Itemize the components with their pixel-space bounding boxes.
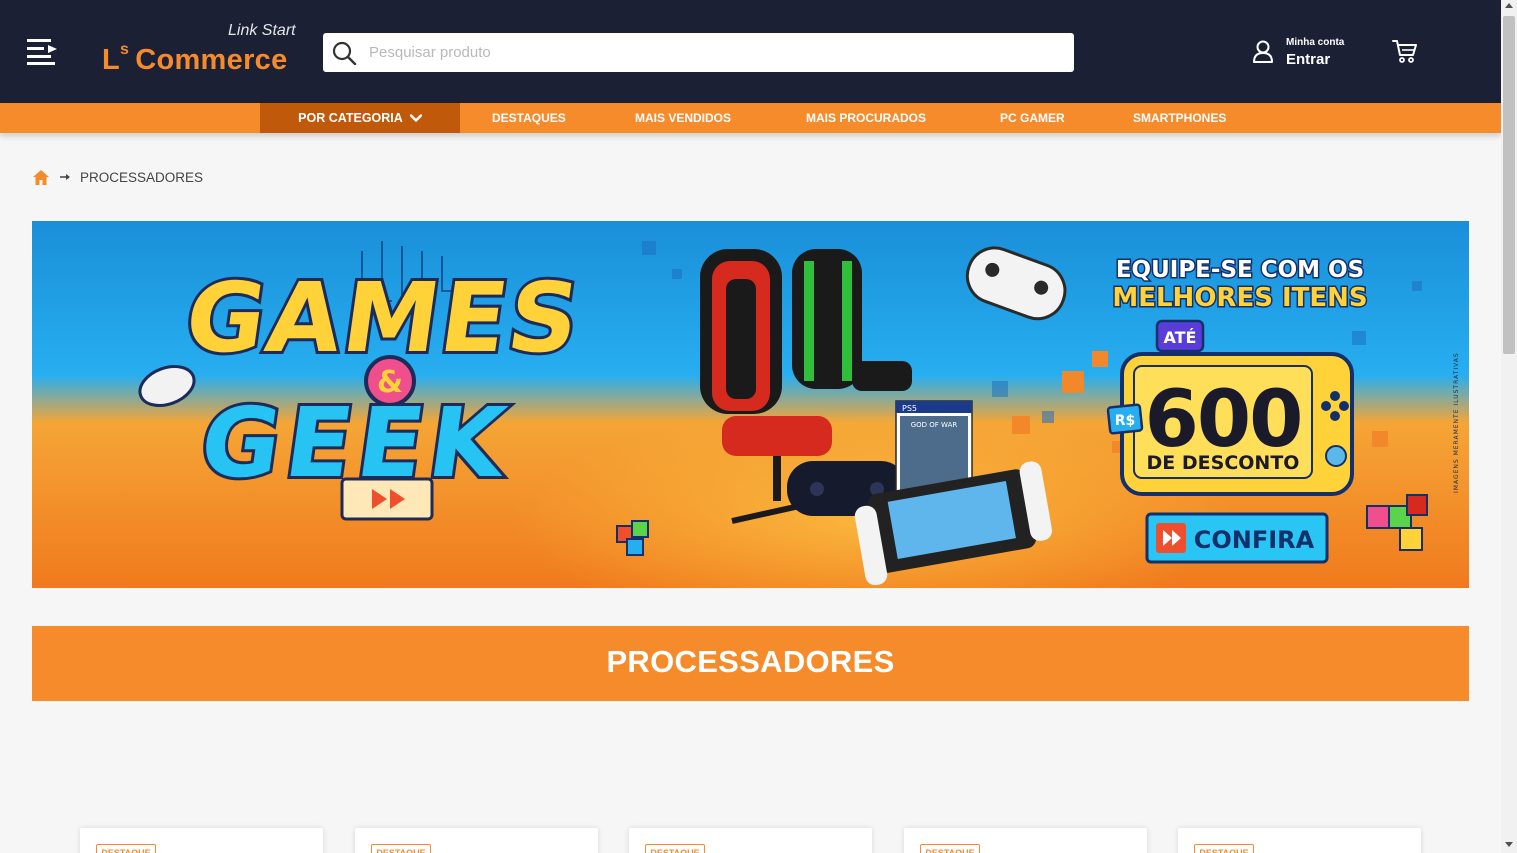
cart-icon[interactable] xyxy=(1392,38,1418,64)
nav-item-pc-gamer[interactable]: PC GAMER xyxy=(1000,103,1065,133)
nav-item-destaques[interactable]: DESTAQUES xyxy=(492,103,566,133)
banner-ate: ATÉ xyxy=(1164,328,1197,347)
account-label: Minha conta xyxy=(1286,37,1345,48)
product-badge: DESTAQUE xyxy=(645,844,705,853)
product-badge: DESTAQUE xyxy=(1194,844,1254,853)
arrow-right-icon xyxy=(60,174,70,180)
section-title: PROCESSADORES xyxy=(32,626,1469,701)
login-label: Entrar xyxy=(1286,51,1331,68)
nav-item-smartphones[interactable]: SMARTPHONES xyxy=(1133,103,1226,133)
search-bar xyxy=(323,33,1074,72)
scroll-thumb[interactable] xyxy=(1503,16,1515,354)
menu-icon[interactable] xyxy=(26,37,58,65)
product-card[interactable]: DESTAQUE xyxy=(80,828,323,853)
banner-ps5-label: PS5 xyxy=(902,404,917,413)
banner-currency: R$ xyxy=(1115,413,1136,429)
banner-headline-2: MELHORES ITENS xyxy=(1112,283,1367,313)
logo-superscript: s xyxy=(120,41,130,59)
page-scrollbar[interactable] xyxy=(1501,0,1517,853)
chevron-down-icon xyxy=(409,113,422,122)
logo-name: Commerce xyxy=(135,44,288,76)
site-logo[interactable]: Ls Commerce xyxy=(102,41,288,77)
promo-banner[interactable]: GAMES & GEEK PS5 GOD OF WAR EQUIPE-SE CO… xyxy=(32,221,1469,588)
banner-headline-1: EQUIPE-SE COM OS xyxy=(1116,257,1364,283)
logo-tagline: Link Start xyxy=(228,22,296,39)
product-badge: DESTAQUE xyxy=(920,844,980,853)
product-card[interactable]: DESTAQUE xyxy=(1178,828,1421,853)
scroll-down-arrow[interactable] xyxy=(1505,842,1513,847)
home-icon[interactable] xyxy=(33,169,49,185)
nav-category-dropdown[interactable]: POR CATEGORIA xyxy=(260,103,460,133)
scroll-up-arrow[interactable] xyxy=(1505,3,1513,8)
banner-discount: DE DESCONTO xyxy=(1147,452,1300,474)
category-navbar: POR CATEGORIA DESTAQUES MAIS VENDIDOS MA… xyxy=(0,103,1501,133)
logo-prefix: L xyxy=(102,44,121,76)
user-icon xyxy=(1253,40,1273,63)
search-input[interactable] xyxy=(369,33,1059,72)
search-icon[interactable] xyxy=(331,41,357,65)
banner-artwork: GAMES & GEEK PS5 GOD OF WAR EQUIPE-SE CO… xyxy=(32,221,1469,588)
product-card[interactable]: DESTAQUE xyxy=(904,828,1147,853)
banner-game-label: GOD OF WAR xyxy=(911,421,958,429)
nav-item-mais-vendidos[interactable]: MAIS VENDIDOS xyxy=(635,103,731,133)
banner-cta-label: CONFIRA xyxy=(1194,526,1315,554)
product-badge: DESTAQUE xyxy=(96,844,156,853)
breadcrumb-current: PROCESSADORES xyxy=(80,169,204,185)
product-card[interactable]: DESTAQUE xyxy=(629,828,872,853)
product-badge: DESTAQUE xyxy=(371,844,431,853)
product-card[interactable]: DESTAQUE xyxy=(355,828,598,853)
nav-category-label: POR CATEGORIA xyxy=(298,111,403,125)
banner-disclaimer: IMAGENS MERAMENTE ILUSTRATIVAS xyxy=(1453,352,1460,493)
site-header: Link Start Ls Commerce Minha conta Entrar xyxy=(0,0,1501,103)
account-link[interactable]: Minha conta Entrar xyxy=(1252,36,1362,72)
nav-item-mais-procurados[interactable]: MAIS PROCURADOS xyxy=(806,103,926,133)
breadcrumb: PROCESSADORES xyxy=(33,167,203,187)
